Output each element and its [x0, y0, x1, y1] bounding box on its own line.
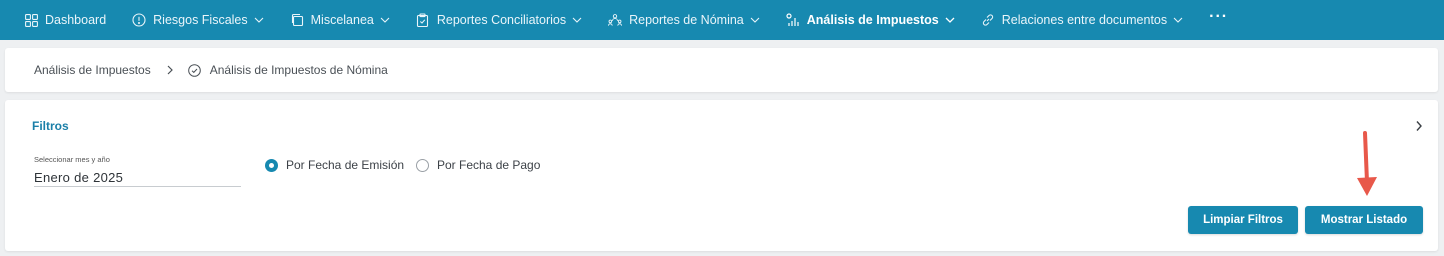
clear-filters-button[interactable]: Limpiar Filtros [1188, 206, 1298, 234]
breadcrumb-current: Análisis de Impuestos de Nómina [209, 63, 388, 77]
people-icon [608, 13, 623, 27]
copy-icon [290, 13, 304, 27]
radio-selected-icon [265, 158, 278, 172]
radio-fecha-emision-label: Por Fecha de Emisión [286, 158, 405, 172]
nav-label-dashboard: Dashboard [45, 13, 107, 27]
check-circle-icon [187, 63, 201, 77]
more-options-icon[interactable]: ··· [1209, 8, 1228, 26]
month-year-label: Seleccionar mes y año [34, 155, 110, 164]
chevron-down-icon [380, 15, 390, 25]
nav-label-reportes-nomina: Reportes de Nómina [629, 13, 744, 27]
nav-item-dashboard[interactable]: Dashboard [24, 13, 106, 27]
bar-chart-icon [786, 13, 800, 27]
month-year-value: Enero de 2025 [34, 170, 124, 185]
nav-label-miscelanea: Miscelanea [310, 13, 374, 27]
dashboard-grid-icon [24, 13, 38, 27]
chevron-down-icon [945, 15, 955, 25]
breadcrumb-parent[interactable]: Análisis de Impuestos [34, 63, 151, 77]
top-navigation-bar: Dashboard Riesgos Fiscales Miscelanea Re… [0, 0, 1444, 40]
chevron-right-icon [165, 65, 175, 75]
radio-fecha-emision[interactable]: Por Fecha de Emisión [265, 158, 404, 172]
clipboard-icon [416, 13, 430, 27]
annotation-arrow-icon [1357, 131, 1377, 196]
nav-label-relaciones-documentos: Relaciones entre documentos [1001, 13, 1168, 27]
link-icon [981, 13, 995, 27]
nav-label-reportes-conciliatorios: Reportes Conciliatorios [436, 13, 567, 27]
show-list-button[interactable]: Mostrar Listado [1305, 206, 1423, 234]
nav-label-analisis-impuestos: Análisis de Impuestos [806, 13, 939, 27]
nav-item-riesgos-fiscales[interactable]: Riesgos Fiscales [132, 13, 264, 27]
breadcrumb: Análisis de Impuestos Análisis de Impues… [5, 48, 1438, 92]
chevron-down-icon [572, 15, 582, 25]
nav-item-miscelanea[interactable]: Miscelanea [290, 13, 390, 27]
nav-item-analisis-impuestos[interactable]: Análisis de Impuestos [786, 13, 955, 27]
radio-fecha-pago-label: Por Fecha de Pago [437, 158, 541, 172]
nav-item-relaciones-documentos[interactable]: Relaciones entre documentos [981, 13, 1183, 27]
nav-item-reportes-nomina[interactable]: Reportes de Nómina [608, 13, 760, 27]
radio-unselected-icon [416, 158, 429, 172]
nav-label-riesgos-fiscales: Riesgos Fiscales [153, 13, 248, 27]
alert-circle-icon [132, 13, 146, 27]
chevron-down-icon [750, 15, 760, 25]
filters-panel: Filtros Seleccionar mes y año Enero de 2… [5, 100, 1438, 251]
chevron-down-icon [254, 15, 264, 25]
chevron-right-icon[interactable] [1414, 120, 1424, 132]
month-year-picker[interactable]: Seleccionar mes y año Enero de 2025 [34, 155, 241, 187]
filters-title: Filtros [32, 119, 69, 133]
nav-item-reportes-conciliatorios[interactable]: Reportes Conciliatorios [416, 13, 582, 27]
chevron-down-icon [1173, 15, 1183, 25]
radio-fecha-pago[interactable]: Por Fecha de Pago [416, 158, 540, 172]
